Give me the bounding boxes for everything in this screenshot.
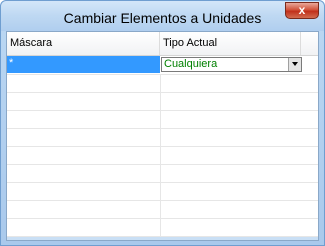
dialog-window: Cambiar Elementos a Unidades x Máscara T… [0, 0, 325, 246]
column-divider [160, 146, 161, 164]
column-header-tipo-actual[interactable]: Tipo Actual [160, 32, 301, 55]
table-row [7, 110, 318, 129]
column-divider [160, 218, 161, 236]
table-row [7, 92, 318, 111]
column-divider [160, 164, 161, 182]
table-row [7, 218, 318, 237]
column-divider [160, 128, 161, 146]
table-row [7, 128, 318, 147]
column-divider [160, 200, 161, 218]
table-row [7, 164, 318, 183]
grid-header: Máscara Tipo Actual [7, 32, 318, 56]
table-row[interactable]: * Cualquiera [7, 56, 318, 75]
column-divider [160, 182, 161, 200]
table-row [7, 200, 318, 219]
column-divider [160, 110, 161, 128]
window-title: Cambiar Elementos a Unidades [63, 10, 262, 26]
chevron-down-icon[interactable] [288, 58, 301, 71]
grid-bottom-edge [7, 237, 318, 240]
column-header-mascara[interactable]: Máscara [7, 32, 160, 55]
type-dropdown[interactable]: Cualquiera [161, 57, 302, 72]
type-dropdown-value: Cualquiera [164, 58, 218, 70]
table-row [7, 182, 318, 201]
title-bar[interactable]: Cambiar Elementos a Unidades x [1, 1, 324, 31]
close-icon: x [298, 3, 306, 17]
units-grid[interactable]: Máscara Tipo Actual * Cualquiera [6, 31, 319, 241]
column-divider [160, 92, 161, 110]
mask-cell[interactable]: * [7, 56, 160, 73]
close-button[interactable]: x [285, 2, 319, 19]
column-divider [160, 74, 161, 92]
table-row [7, 74, 318, 93]
table-row [7, 146, 318, 165]
